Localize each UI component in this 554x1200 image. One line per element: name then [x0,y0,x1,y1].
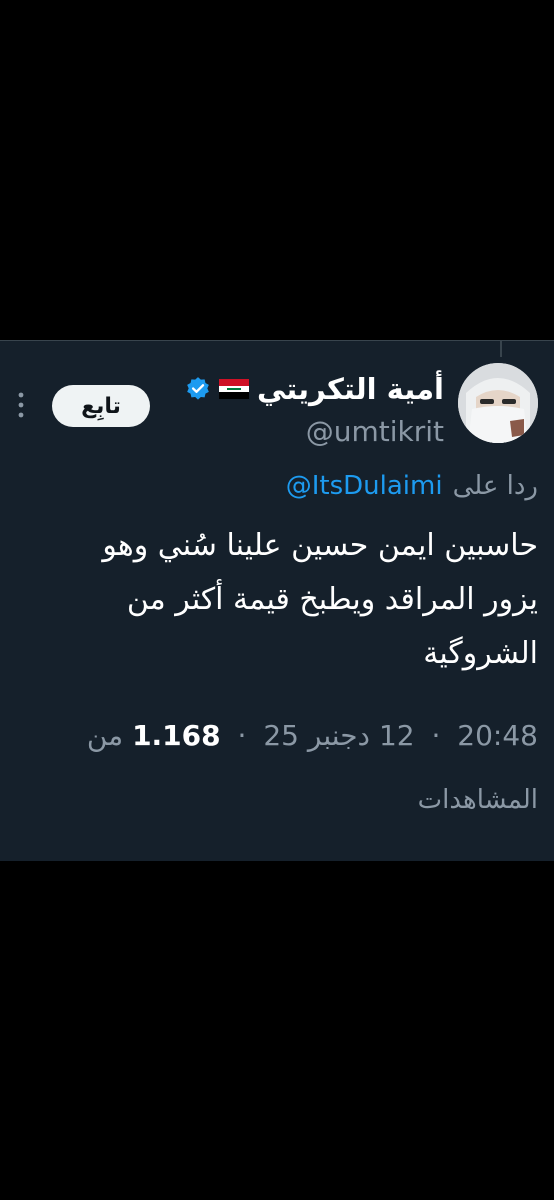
views-count: 1.168 [132,719,221,752]
author-handle[interactable]: @umtikrit [306,415,444,448]
more-vertical-icon [18,392,24,418]
meta-separator: · [431,719,441,752]
views-prefix: من [86,719,124,752]
follow-button[interactable]: تابِع [52,385,150,427]
tweet-time[interactable]: 20:48 [457,719,538,752]
author-name-row: أمية التكريتي [185,371,444,407]
tweet-card: أمية التكريتي @umtikrit تابِع ردا على @I… [0,340,554,861]
avatar-image [458,363,538,443]
views-label-line: المشاهدات [8,785,538,815]
reply-to-handle-link[interactable]: @ItsDulaimi [286,471,443,501]
views-label: المشاهدات [417,785,538,815]
avatar[interactable] [458,363,538,443]
iraq-flag-icon [218,379,249,399]
author-display-name[interactable]: أمية التكريتي [257,372,444,406]
tweet-text: حاسبين ايمن حسين علينا سُني وهو يزور الم… [102,528,538,671]
meta-separator: · [237,719,247,752]
reply-context: ردا على @ItsDulaimi [286,467,538,505]
tweet-date[interactable]: 12 دجنبر 25 [263,719,414,752]
thread-connector-line [500,341,502,357]
more-options-button[interactable] [14,387,28,423]
reply-prefix-label: ردا على [452,471,538,501]
verified-badge-icon [187,377,209,400]
tweet-metadata: 20:48 · 12 دجنبر 25 · 1.168 من [8,719,538,752]
